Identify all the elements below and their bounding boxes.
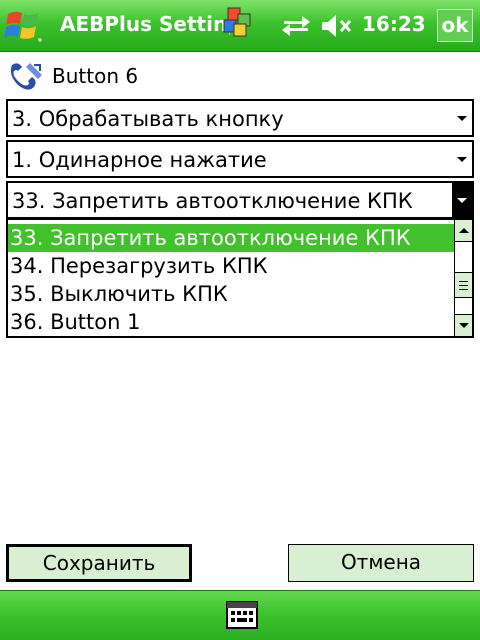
command-dropdown-list[interactable]: 33. Запретить автоотключение КПК 34. Пер… — [6, 218, 474, 338]
tray-app-icon[interactable] — [220, 6, 254, 38]
list-item[interactable]: 33. Запретить автоотключение КПК — [8, 224, 456, 252]
action-mode-value: 3. Обрабатывать кнопку — [12, 107, 284, 131]
scroll-up-icon[interactable] — [455, 220, 472, 242]
windows-start-icon[interactable] — [2, 4, 48, 48]
scrollbar[interactable] — [454, 220, 472, 336]
command-value: 33. Запретить автоотключение КПК — [12, 189, 413, 213]
sync-icon[interactable] — [280, 12, 312, 40]
press-type-value: 1. Одинарное нажатие — [12, 148, 267, 172]
list-item[interactable]: 35. Выключить КПК — [8, 280, 456, 308]
title-bar: AEBPlus Setting 16:23 ok — [0, 0, 480, 52]
press-type-combo[interactable]: 1. Одинарное нажатие — [6, 140, 474, 178]
button-settings-icon — [8, 61, 44, 93]
save-button[interactable]: Сохранить — [6, 544, 192, 582]
bottom-menu-bar — [0, 590, 480, 640]
command-combo[interactable]: 33. Запретить автоотключение КПК — [6, 181, 474, 219]
clock[interactable]: 16:23 — [362, 12, 426, 36]
chevron-down-icon[interactable] — [452, 101, 472, 135]
ok-button[interactable]: ok — [437, 9, 473, 42]
chevron-down-icon[interactable] — [452, 183, 472, 217]
cancel-button[interactable]: Отмена — [288, 544, 474, 582]
action-mode-combo[interactable]: 3. Обрабатывать кнопку — [6, 99, 474, 137]
page-title: Button 6 — [52, 64, 139, 88]
list-item[interactable]: 34. Перезагрузить КПК — [8, 252, 456, 280]
list-item[interactable]: 36. Button 1 — [8, 308, 456, 336]
chevron-down-icon[interactable] — [452, 142, 472, 176]
keyboard-sip-icon[interactable] — [225, 598, 259, 632]
volume-icon[interactable] — [320, 11, 354, 41]
scroll-thumb[interactable] — [455, 272, 472, 298]
app-title: AEBPlus Setting — [60, 12, 230, 36]
scroll-down-icon[interactable] — [455, 314, 472, 336]
